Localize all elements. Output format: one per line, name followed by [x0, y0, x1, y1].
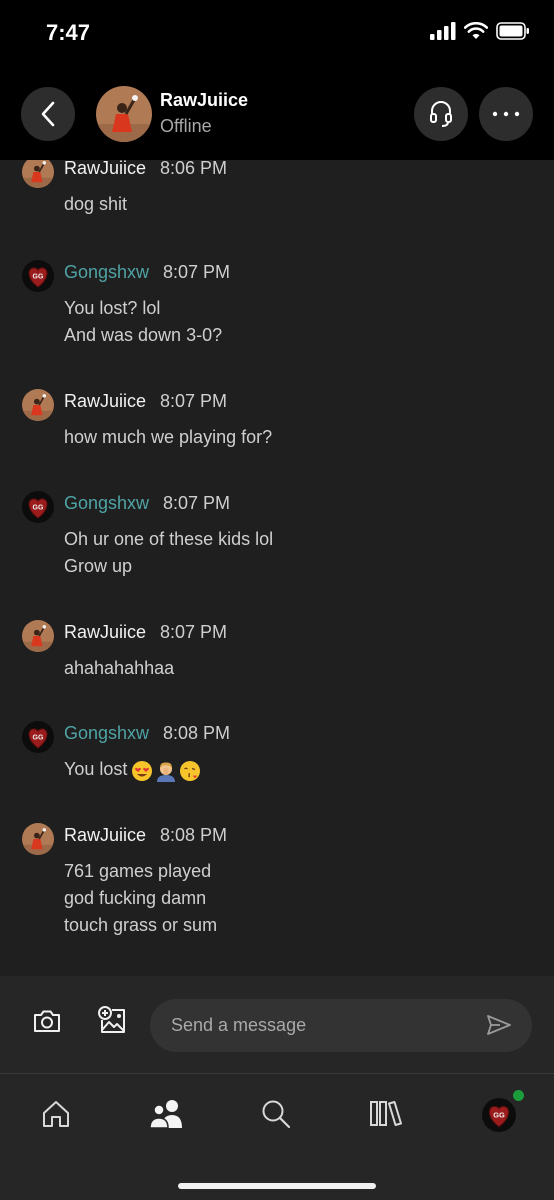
message-input[interactable] [150, 999, 532, 1052]
chat-header: RawJuiice Offline [0, 70, 554, 160]
message-time: 8:07 PM [160, 622, 228, 642]
signal-icon [430, 22, 456, 40]
chevron-left-icon [41, 101, 55, 127]
headset-icon [430, 101, 452, 127]
wifi-icon [464, 22, 488, 39]
nav-profile-tab[interactable]: GG [482, 1098, 516, 1132]
message-line: Grow up [64, 556, 133, 576]
heart-eyes-emoji [132, 761, 153, 781]
message-body: You lost? lol And was down 3-0? [64, 295, 222, 349]
add-image-icon [98, 1006, 125, 1033]
message-time: 8:08 PM [163, 723, 231, 743]
back-button[interactable] [21, 87, 75, 141]
contact-presence: Offline [160, 116, 212, 136]
message-line: touch grass or sum [64, 915, 218, 935]
message-body: ahahahahhaa [64, 655, 174, 682]
sender-avatar[interactable] [22, 823, 54, 855]
status-icons [430, 22, 530, 40]
nav-library-tab[interactable] [368, 1098, 404, 1135]
sender-name[interactable]: RawJuiice [64, 160, 146, 179]
message-list[interactable]: RawJuiice 8:06 PM dog shit GG Gongshxw 8… [0, 160, 554, 976]
nav-social-tab[interactable] [148, 1098, 184, 1135]
sender-avatar[interactable]: GG [22, 260, 54, 292]
message-time: 8:07 PM [163, 262, 231, 282]
send-icon [487, 1015, 511, 1035]
message-line: god fucking damn [64, 888, 207, 908]
message-composer [0, 976, 554, 1073]
message-time: 8:07 PM [160, 391, 228, 411]
message-body: You lost [64, 756, 203, 784]
message-body: how much we playing for? [64, 424, 272, 451]
nav-home-tab[interactable] [40, 1098, 72, 1135]
status-time: 7:47 [46, 20, 91, 45]
sender-name[interactable]: Gongshxw [64, 262, 149, 283]
home-indicator[interactable] [178, 1183, 376, 1189]
sender-avatar[interactable] [22, 160, 54, 188]
gongshxw-avatar-image: GG [22, 260, 54, 292]
message-body: dog shit [64, 191, 127, 218]
sender-avatar[interactable] [22, 389, 54, 421]
message-line: ahahahahhaa [64, 658, 175, 678]
online-status-dot [513, 1090, 524, 1101]
sender-name[interactable]: RawJuiice [64, 391, 146, 412]
more-options-button[interactable] [479, 87, 533, 141]
message-body: 761 games played god fucking damn touch … [64, 858, 217, 939]
sender-name[interactable]: RawJuiice [64, 622, 146, 643]
camera-icon [34, 1010, 60, 1032]
party-chat-button[interactable] [414, 87, 468, 141]
message-line: how much we playing for? [64, 427, 273, 447]
message-line: You lost? lol [64, 298, 161, 318]
message-line: dog shit [64, 194, 128, 214]
message-time: 8:07 PM [163, 493, 231, 513]
send-button[interactable] [486, 1014, 512, 1041]
gg-badge-text: GG [33, 505, 44, 512]
gg-badge-text: GG [33, 735, 44, 742]
library-icon [370, 1101, 402, 1126]
bottom-nav: GG [0, 1073, 554, 1200]
gg-badge-text: GG [33, 274, 44, 281]
person-facepalm-emoji [157, 762, 176, 782]
sender-name[interactable]: RawJuiice [64, 825, 146, 846]
message-body: Oh ur one of these kids lol Grow up [64, 526, 273, 580]
social-icon [149, 1100, 182, 1129]
camera-button[interactable] [32, 1008, 62, 1039]
rawjuiice-avatar-image [22, 823, 54, 855]
contact-avatar-image [96, 86, 152, 142]
gg-badge-text: GG [493, 1111, 505, 1120]
sender-avatar[interactable]: GG [22, 721, 54, 753]
message-line: Oh ur one of these kids lol [64, 529, 274, 549]
add-image-button[interactable] [98, 1006, 128, 1041]
message-time: 8:08 PM [160, 825, 228, 845]
face-blowing-kiss-emoji [180, 761, 201, 781]
message-line: You lost [64, 756, 203, 784]
message-text: You lost [64, 759, 128, 779]
message-time: 8:06 PM [160, 160, 228, 178]
sender-avatar[interactable]: GG [22, 491, 54, 523]
emoji-group [131, 757, 203, 784]
search-icon [262, 1100, 291, 1129]
message-line: 761 games played [64, 861, 212, 881]
message-line: And was down 3-0? [64, 325, 223, 345]
sender-name[interactable]: Gongshxw [64, 493, 149, 514]
gongshxw-avatar-image: GG [22, 721, 54, 753]
contact-name[interactable]: RawJuiice [160, 90, 248, 111]
nav-search-tab[interactable] [260, 1098, 292, 1135]
status-bar: 7:47 [0, 0, 554, 70]
sender-name[interactable]: Gongshxw [64, 723, 149, 744]
battery-icon [496, 22, 529, 40]
rawjuiice-avatar-image [22, 389, 54, 421]
gongshxw-avatar-image: GG [22, 491, 54, 523]
rawjuiice-avatar-image [22, 160, 54, 188]
profile-avatar: GG [482, 1098, 516, 1132]
home-icon [43, 1101, 69, 1127]
contact-avatar[interactable] [96, 86, 152, 142]
rawjuiice-avatar-image [22, 620, 54, 652]
sender-avatar[interactable] [22, 620, 54, 652]
ellipsis-icon [492, 111, 520, 117]
